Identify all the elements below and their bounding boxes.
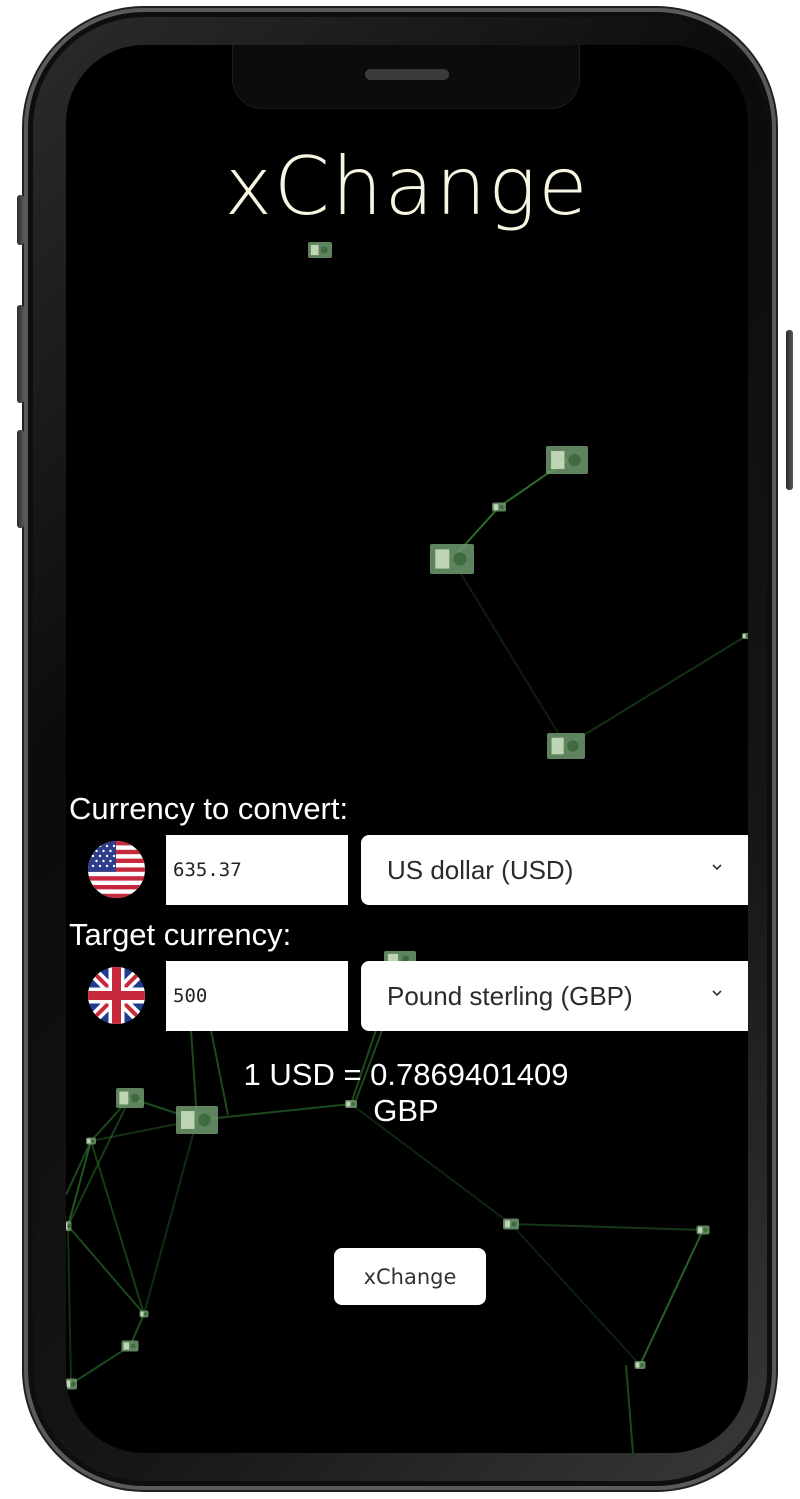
money-bill-icon [66, 1378, 77, 1390]
target-currency-select[interactable]: Pound sterling (GBP) [361, 961, 748, 1031]
phone-volume-down [17, 430, 24, 528]
chevron-down-icon [712, 864, 722, 871]
source-currency-value: US dollar (USD) [387, 854, 574, 885]
money-bill-icon [116, 1088, 144, 1108]
money-bill-icon [66, 1221, 72, 1231]
target-currency-label: Target currency: [69, 917, 292, 952]
app-screen: xChange Currency to convert: US dollar (… [66, 45, 748, 1453]
speaker-grille [365, 69, 449, 80]
money-bill-icon [634, 1361, 646, 1369]
money-bill-icon [696, 1225, 710, 1235]
us-flag-icon [88, 841, 145, 898]
money-bill-icon [121, 1340, 139, 1352]
money-bill-icon [492, 502, 506, 512]
phone-power-button [786, 330, 793, 490]
network-link [67, 1097, 131, 1227]
network-link [639, 1229, 704, 1366]
network-link [510, 1223, 704, 1231]
network-link [451, 558, 567, 747]
money-bill-icon [308, 242, 332, 258]
network-link [143, 1119, 198, 1315]
source-currency-label: Currency to convert: [69, 791, 349, 826]
money-bill-icon [742, 633, 748, 639]
network-link [67, 1225, 72, 1385]
source-currency-select[interactable]: US dollar (USD) [361, 835, 748, 905]
xchange-button[interactable]: xChange [334, 1248, 486, 1305]
money-bill-icon [430, 544, 474, 574]
source-amount-input[interactable] [166, 835, 348, 905]
money-network-background [66, 242, 748, 1453]
money-bill-icon [139, 1310, 149, 1318]
target-amount-input[interactable] [166, 961, 348, 1031]
uk-flag-icon [88, 967, 145, 1024]
network-link [90, 1140, 145, 1315]
money-bill-icon [546, 446, 588, 474]
money-bill-icon [176, 1106, 218, 1134]
chevron-down-icon [712, 990, 722, 997]
network-link [565, 635, 747, 747]
money-bill-icon [503, 1218, 519, 1230]
exchange-rate-display: 1 USD = 0.7869401409 GBP [216, 1057, 596, 1129]
phone-mute-switch [17, 195, 24, 245]
money-bill-icon [547, 733, 585, 759]
app-title: xChange [224, 140, 590, 233]
exchange-rate-line: 1 USD = 0.7869401409 [243, 1057, 569, 1092]
network-link [625, 1364, 634, 1453]
target-currency-value: Pound sterling (GBP) [387, 980, 633, 1011]
network-link [67, 1225, 145, 1315]
exchange-rate-currency: GBP [373, 1093, 439, 1128]
phone-notch [232, 45, 580, 109]
network-link [70, 1345, 131, 1385]
network-link [510, 1223, 641, 1366]
money-bill-icon [86, 1137, 96, 1145]
phone-volume-up [17, 305, 24, 403]
